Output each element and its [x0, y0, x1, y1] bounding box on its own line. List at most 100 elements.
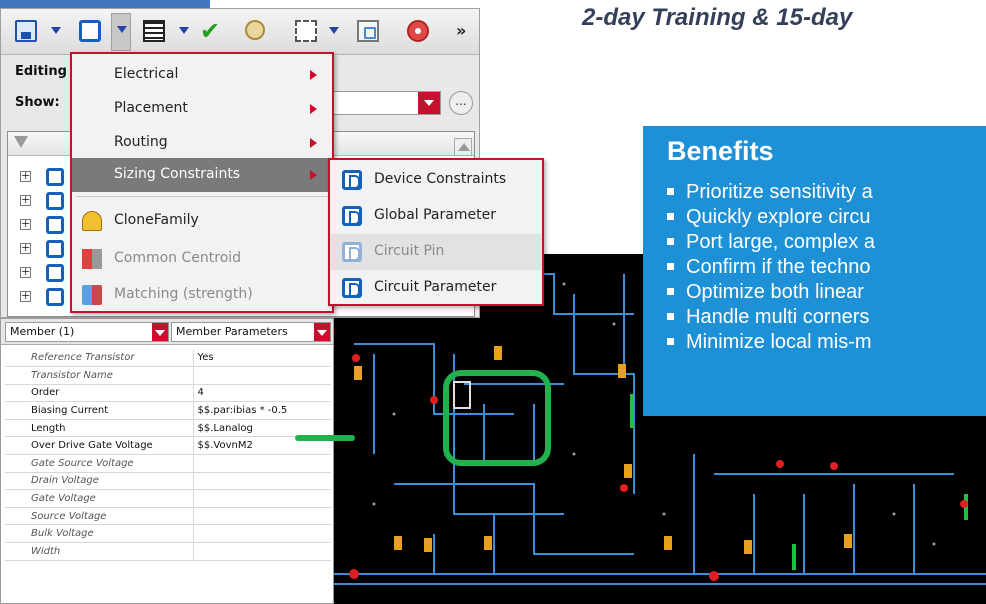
chevron-down-icon[interactable]: [418, 92, 440, 114]
benefit-item: Port large, complex a: [667, 230, 875, 255]
table-row[interactable]: Over Drive Gate Voltage $$.VovnM2: [5, 436, 331, 456]
submenu-item-device-constraints[interactable]: Device Constraints: [330, 162, 542, 198]
table-row[interactable]: Order 4: [5, 384, 331, 403]
menu-item-placement[interactable]: Placement: [72, 92, 332, 126]
expand-icon[interactable]: +: [20, 290, 31, 302]
table-row[interactable]: Width: [5, 542, 331, 561]
bullet-icon: [667, 288, 674, 295]
bullet-icon: [667, 238, 674, 245]
slide-top-band: [0, 0, 210, 8]
bullet-icon: [667, 338, 674, 345]
board-icon[interactable]: [143, 20, 165, 42]
table-row[interactable]: Bulk Voltage: [5, 524, 331, 544]
more-options-button[interactable]: ...: [449, 91, 473, 115]
bullet-icon: [667, 263, 674, 270]
constraint-b-icon: [46, 240, 64, 258]
table-row[interactable]: Reference Transistor Yes: [5, 349, 331, 368]
member-panel-header: Member (1) Member Parameters: [1, 319, 333, 345]
menu-item-label: Placement: [114, 100, 188, 116]
submenu-item-circuit-pin[interactable]: Circuit Pin: [330, 234, 542, 270]
constraint-b-icon: [342, 206, 362, 226]
clone-family-icon: [82, 211, 102, 231]
menu-item-label: Routing: [114, 134, 168, 150]
bullet-icon: [667, 313, 674, 320]
chevron-right-icon: [310, 170, 317, 180]
annotation-arrow: [295, 435, 355, 441]
benefit-item: Quickly explore circu: [667, 205, 875, 230]
benefit-item: Minimize local mis-m: [667, 330, 875, 355]
parameter-table: Reference Transistor Yes Transistor Name …: [5, 349, 331, 561]
menu-item-electrical[interactable]: Electrical: [72, 58, 332, 92]
table-row[interactable]: Biasing Current $$.par:ibias * -0.5: [5, 401, 331, 420]
table-row[interactable]: Gate Voltage: [5, 489, 331, 508]
expand-icon[interactable]: +: [20, 218, 31, 230]
submenu-item-label: Device Constraints: [374, 171, 507, 187]
zoom-fit-icon[interactable]: [357, 20, 379, 42]
menu-item-label: Electrical: [114, 66, 179, 82]
route-icon[interactable]: [295, 20, 317, 42]
expand-icon[interactable]: +: [20, 242, 31, 254]
benefits-box: Benefits Prioritize sensitivity a Quickl…: [643, 126, 986, 416]
benefit-item: Handle multi corners: [667, 305, 875, 330]
chevron-down-icon[interactable]: [152, 323, 168, 341]
save-icon[interactable]: [15, 20, 37, 42]
expand-icon[interactable]: +: [20, 266, 31, 278]
menu-item-label: Matching (strength): [114, 286, 253, 302]
chevron-down-icon[interactable]: [51, 27, 61, 34]
parameters-select[interactable]: Member Parameters: [171, 322, 331, 342]
constraint-b-icon: [46, 192, 64, 210]
table-row[interactable]: Gate Source Voltage: [5, 454, 331, 473]
table-row[interactable]: Drain Voltage: [5, 472, 331, 491]
toolbar-overflow-button[interactable]: »: [456, 21, 466, 40]
chevron-right-icon: [310, 138, 317, 148]
chevron-right-icon: [310, 70, 317, 80]
bullet-icon: [667, 213, 674, 220]
table-row[interactable]: Source Voltage: [5, 507, 331, 526]
constraint-menu-dropdown-button[interactable]: [111, 13, 131, 51]
sizing-constraints-submenu: Device Constraints Global Parameter Circ…: [328, 158, 544, 306]
chevron-down-icon[interactable]: [179, 27, 189, 34]
constraint-b-icon: [46, 168, 64, 186]
editing-label: Editing: [15, 64, 67, 79]
menu-item-clone-family[interactable]: CloneFamily: [72, 204, 332, 238]
menu-item-common-centroid[interactable]: Common Centroid: [72, 242, 332, 276]
constraint-context-menu: Electrical Placement Routing Sizing Cons…: [70, 52, 334, 313]
menu-item-label: CloneFamily: [114, 212, 199, 228]
menu-separator: [76, 196, 328, 197]
menu-item-sizing-constraints[interactable]: Sizing Constraints: [72, 158, 332, 192]
submenu-item-global-parameter[interactable]: Global Parameter: [330, 198, 542, 234]
menu-item-matching-strength[interactable]: Matching (strength): [72, 278, 332, 312]
undo-icon[interactable]: [245, 20, 265, 40]
chevron-down-icon[interactable]: [329, 27, 339, 34]
annotation-highlight-box: [443, 370, 551, 466]
expand-icon[interactable]: +: [20, 170, 31, 182]
menu-item-label: Sizing Constraints: [114, 166, 241, 182]
constraint-b-icon: [46, 264, 64, 282]
submenu-item-label: Circuit Pin: [374, 243, 445, 259]
toolbar: ✔ »: [1, 9, 479, 55]
menu-item-label: Common Centroid: [114, 250, 242, 266]
table-row[interactable]: Transistor Name: [5, 366, 331, 385]
constraint-b-icon[interactable]: [79, 20, 101, 42]
filter-icon[interactable]: [14, 136, 28, 148]
constraint-b-icon: [46, 288, 64, 306]
check-icon[interactable]: ✔: [199, 19, 221, 43]
submenu-item-circuit-parameter[interactable]: Circuit Parameter: [330, 270, 542, 306]
member-select[interactable]: Member (1): [5, 322, 169, 342]
expand-icon[interactable]: +: [20, 194, 31, 206]
close-icon[interactable]: [407, 20, 429, 42]
benefits-list: Prioritize sensitivity a Quickly explore…: [667, 180, 875, 355]
table-row[interactable]: Length $$.Lanalog: [5, 419, 331, 438]
show-label: Show:: [15, 95, 60, 110]
slide-headline: 2-day Training & 15-day: [582, 4, 853, 31]
scroll-up-icon[interactable]: [454, 138, 472, 156]
submenu-item-label: Circuit Parameter: [374, 279, 497, 295]
show-dropdown[interactable]: [321, 91, 441, 115]
benefit-item: Prioritize sensitivity a: [667, 180, 875, 205]
chevron-right-icon: [310, 104, 317, 114]
common-centroid-icon: [82, 249, 102, 269]
constraint-b-icon: [342, 170, 362, 190]
constraint-b-icon: [342, 278, 362, 298]
chevron-down-icon[interactable]: [314, 323, 330, 341]
menu-item-routing[interactable]: Routing: [72, 126, 332, 160]
